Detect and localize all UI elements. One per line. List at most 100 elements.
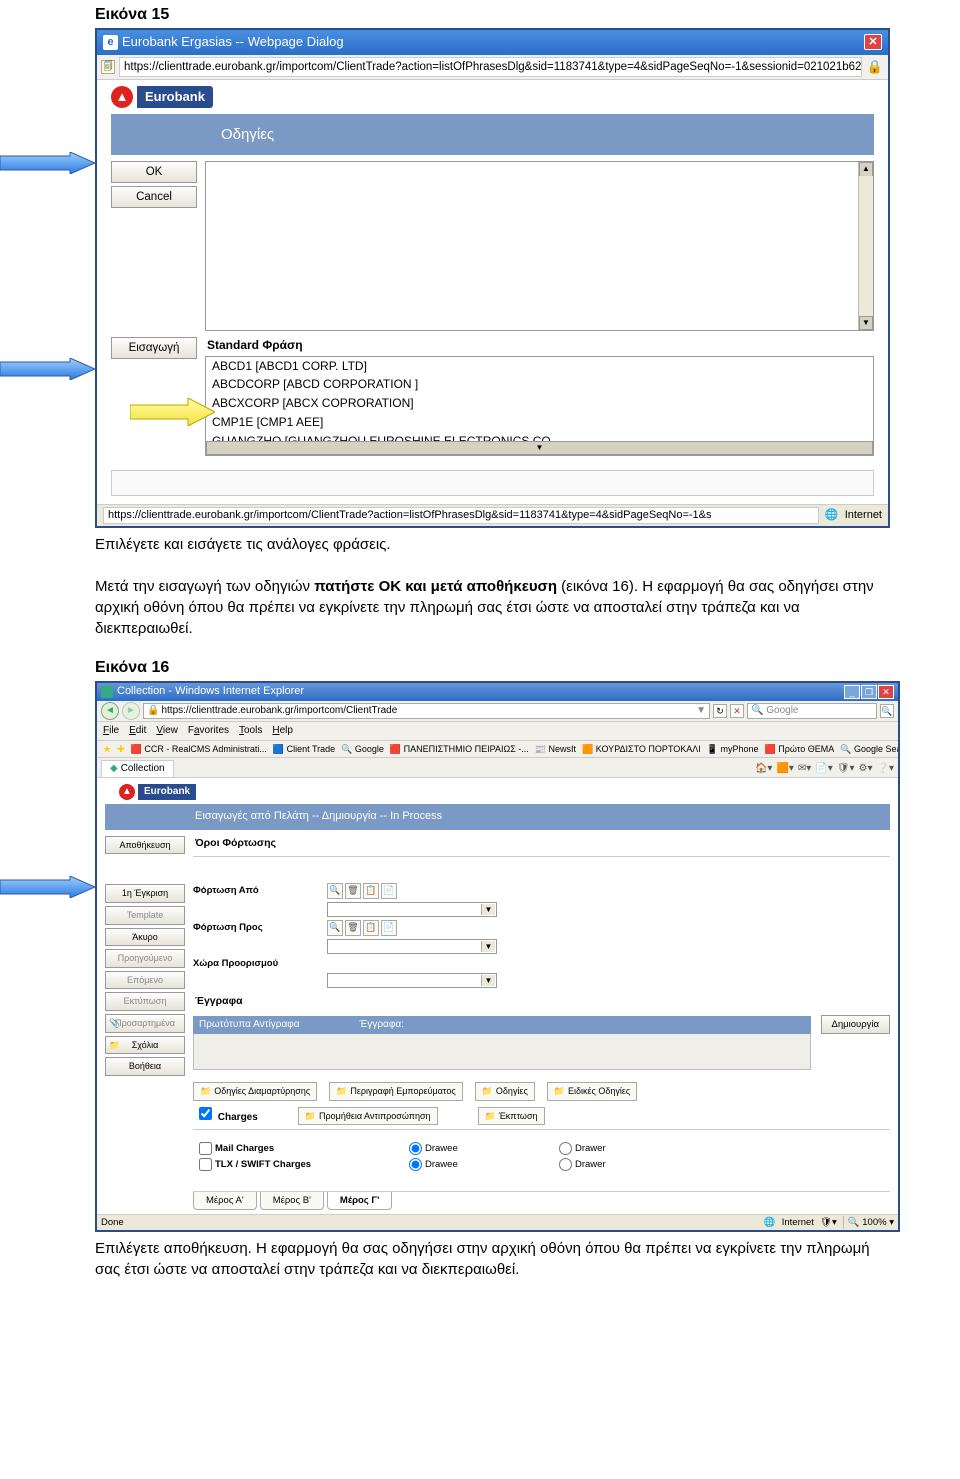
fav-item[interactable]: 🟥 Πρώτο ΘΕΜΑ	[765, 743, 835, 756]
mail-icon[interactable]: ✉▾	[798, 762, 811, 776]
minimize-icon[interactable]: _	[844, 685, 860, 699]
back-button[interactable]: ◄	[101, 702, 119, 720]
menu-edit[interactable]: Edit	[129, 724, 146, 738]
close-icon[interactable]: ✕	[878, 685, 894, 699]
forward-button[interactable]: ►	[122, 702, 140, 720]
cancel-button[interactable]: Cancel	[111, 186, 197, 208]
dialog-titlebar: e Eurobank Ergasias -- Webpage Dialog ✕	[97, 30, 888, 54]
protest-instructions-button[interactable]: 📁Οδηγίες Διαμαρτύρησης	[193, 1082, 317, 1101]
tab-part-b[interactable]: Μέρος Β'	[260, 1192, 324, 1210]
add-fav-icon[interactable]: ✚	[117, 743, 125, 756]
cancel-button[interactable]: Άκυρο	[105, 928, 185, 947]
lock-icon: 🔒	[866, 58, 884, 76]
mail-drawer-radio[interactable]: Drawer	[559, 1142, 679, 1155]
home-icon[interactable]: 🏠▾	[755, 762, 772, 776]
tab-part-a[interactable]: Μέρος Α'	[193, 1192, 257, 1210]
search-go-icon[interactable]: 🔍	[880, 704, 894, 718]
delete-icon[interactable]: 🗑	[345, 883, 361, 899]
list-item[interactable]: ABCD1 [ABCD1 CORP. LTD]	[206, 357, 873, 376]
documents-listbox[interactable]	[193, 1034, 811, 1070]
figure15-dialog: e Eurobank Ergasias -- Webpage Dialog ✕ …	[95, 28, 890, 528]
help-button[interactable]: Βοήθεια	[105, 1057, 185, 1076]
ok-button[interactable]: OK	[111, 161, 197, 183]
fav-item[interactable]: 🟥 ΠΑΝΕΠΙΣΤΗΜΙΟ ΠΕΙΡΑΙΩΣ -...	[390, 743, 529, 756]
tab-part-c[interactable]: Μέρος Γ'	[327, 1192, 392, 1210]
feed-icon[interactable]: 🟧▾	[776, 762, 793, 776]
browser-tab[interactable]: ◆Collection	[101, 760, 174, 777]
menu-favorites[interactable]: Favorites	[188, 724, 229, 738]
star-icon[interactable]: ★	[103, 743, 111, 756]
prev-button[interactable]: Προηγούμενο	[105, 949, 185, 968]
scrollbar[interactable]: ▲▼	[206, 451, 873, 456]
tlx-charges-checkbox[interactable]: TLX / SWIFT Charges	[199, 1158, 379, 1171]
delete-icon[interactable]: 🗑	[345, 920, 361, 936]
next-button[interactable]: Επόμενο	[105, 971, 185, 990]
status-url: https://clienttrade.eurobank.gr/importco…	[103, 507, 819, 524]
page-icon[interactable]: 📄▾	[815, 762, 832, 776]
phrase-listbox[interactable]: ABCD1 [ABCD1 CORP. LTD] ABCDCORP [ABCD C…	[205, 356, 874, 456]
special-instructions-button[interactable]: 📁Ειδικές Οδηγίες	[547, 1082, 637, 1101]
doc-icon[interactable]: 📄	[381, 920, 397, 936]
address-bar[interactable]: 🔒https://clienttrade.eurobank.gr/importc…	[143, 703, 710, 719]
help-icon[interactable]: ❔▾	[877, 762, 894, 776]
fav-item[interactable]: 🔍 Google Search	[840, 743, 898, 756]
goods-description-button[interactable]: 📁Περιγραφή Εμπορεύματος	[329, 1082, 463, 1101]
scrollbar[interactable]: ▲▼	[858, 162, 873, 330]
url-bar: 🗐 https://clienttrade.eurobank.gr/import…	[97, 55, 888, 80]
mail-drawee-radio[interactable]: Drawee	[409, 1142, 529, 1155]
nav-row: ◄ ► 🔒https://clienttrade.eurobank.gr/imp…	[97, 701, 898, 722]
lookup-icon[interactable]: 🔍	[327, 920, 343, 936]
comments-button[interactable]: 📁Σχόλια	[105, 1036, 185, 1055]
add-icon[interactable]: 📋	[363, 920, 379, 936]
tab-row: ◆Collection 🏠▾ 🟧▾ ✉▾ 📄▾ 🛡▾ ⚙▾ ❔▾	[97, 758, 898, 778]
fav-item[interactable]: 🟧 ΚΟΥΡΔΙΣΤΟ ΠΟΡΤΟΚΑΛΙ	[582, 743, 701, 756]
create-button[interactable]: Δημιουργία	[821, 1015, 890, 1034]
dest-combo[interactable]: ▼	[327, 973, 497, 988]
template-button[interactable]: Template	[105, 906, 185, 925]
stop-icon[interactable]: ✕	[730, 704, 744, 718]
zoom-level[interactable]: 🔍 100% ▾	[843, 1216, 894, 1229]
save-button[interactable]: Αποθήκευση	[105, 836, 185, 855]
eurobank-logo: ▲Eurobank	[119, 784, 890, 800]
charges-checkbox[interactable]: Charges	[199, 1107, 258, 1125]
list-item[interactable]: ABCDCORP [ABCD CORPORATION ]	[206, 375, 873, 394]
list-item[interactable]: CMP1E [CMP1 AEE]	[206, 413, 873, 432]
discount-button[interactable]: 📁Έκπτωση	[478, 1107, 545, 1126]
menu-help[interactable]: Help	[272, 724, 293, 738]
empty-panel	[111, 470, 874, 496]
list-item[interactable]: ABCXCORP [ABCX COPRORATION]	[206, 394, 873, 413]
import-button[interactable]: Εισαγωγή	[111, 337, 197, 359]
agent-commission-button[interactable]: 📁Προμήθεια Αντιπροσώπηση	[298, 1107, 438, 1126]
menu-file[interactable]: File	[103, 724, 119, 738]
instructions-textarea[interactable]: ▲▼	[205, 161, 874, 331]
fav-item[interactable]: 📱 myPhone	[707, 743, 759, 756]
close-icon[interactable]: ✕	[864, 34, 882, 50]
doc-icon[interactable]: 📄	[381, 883, 397, 899]
menu-view[interactable]: View	[156, 724, 178, 738]
page-breadcrumb: Εισαγωγές από Πελάτη -- Δημιουργία -- In…	[105, 804, 890, 829]
instructions-header: Οδηγίες	[111, 114, 874, 155]
menu-tools[interactable]: Tools	[239, 724, 262, 738]
to-combo[interactable]: ▼	[327, 939, 497, 954]
tab-tools: 🏠▾ 🟧▾ ✉▾ 📄▾ 🛡▾ ⚙▾ ❔▾	[755, 762, 894, 776]
print-button[interactable]: Εκτύπωση	[105, 992, 185, 1011]
approve-button[interactable]: 1η Έγκριση	[105, 884, 185, 903]
safety-icon[interactable]: 🛡▾	[837, 762, 855, 776]
maximize-icon[interactable]: ❐	[861, 685, 877, 699]
fav-item[interactable]: 🟦 Client Trade	[273, 743, 335, 756]
refresh-icon[interactable]: ↻	[713, 704, 727, 718]
fav-item[interactable]: 🔍 Google	[341, 743, 384, 756]
fav-item[interactable]: 📰 NewsIt	[535, 743, 576, 756]
from-combo[interactable]: ▼	[327, 902, 497, 917]
attach-button[interactable]: 📎Προσαρτημένα	[105, 1014, 185, 1033]
add-icon[interactable]: 📋	[363, 883, 379, 899]
arrow-blue-save	[0, 876, 95, 898]
fav-item[interactable]: 🟥 CCR - RealCMS Administrati...	[131, 743, 267, 756]
mail-charges-checkbox[interactable]: Mail Charges	[199, 1142, 379, 1155]
tools-icon[interactable]: ⚙▾	[859, 762, 873, 776]
lookup-icon[interactable]: 🔍	[327, 883, 343, 899]
tlx-drawee-radio[interactable]: Drawee	[409, 1158, 529, 1171]
instructions-button[interactable]: 📁Οδηγίες	[475, 1082, 535, 1101]
tlx-drawer-radio[interactable]: Drawer	[559, 1158, 679, 1171]
search-box[interactable]: 🔍 Google	[747, 703, 877, 719]
